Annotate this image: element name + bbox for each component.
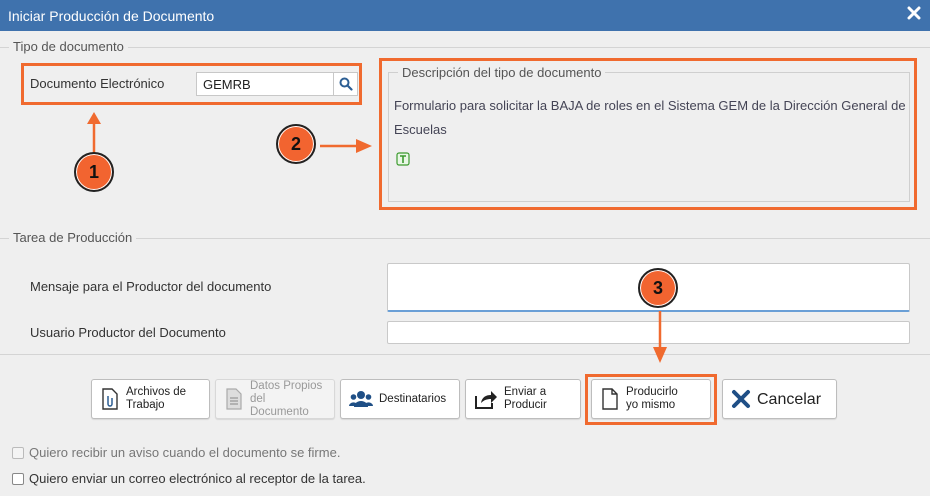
section-divider xyxy=(0,47,930,48)
cancelar-label: Cancelar xyxy=(757,390,822,408)
users-icon xyxy=(349,388,373,410)
window-title: Iniciar Producción de Documento xyxy=(8,7,215,24)
document-list-icon xyxy=(224,388,244,410)
section-tipo-documento-legend: Tipo de documento xyxy=(9,39,128,54)
callout-arrow-3 xyxy=(653,311,667,363)
enviar-label-line2: Producir xyxy=(504,399,547,411)
section-tarea-legend: Tarea de Producción xyxy=(9,230,137,245)
aviso-firma-option: Quiero recibir un aviso cuando el docume… xyxy=(12,445,340,460)
highlight-box-3 xyxy=(585,374,717,425)
enviar-a-producir-button[interactable]: Enviar a Producir xyxy=(465,379,581,419)
correo-label: Quiero enviar un correo electrónico al r… xyxy=(29,471,366,486)
archivos-label-line1: Archivos de xyxy=(126,386,187,398)
cancelar-button[interactable]: Cancelar xyxy=(722,379,837,419)
section-divider xyxy=(0,354,930,355)
usuario-productor-input[interactable] xyxy=(387,321,910,344)
highlight-box-2 xyxy=(379,58,917,210)
callout-arrow-2 xyxy=(320,139,372,153)
aviso-firma-label: Quiero recibir un aviso cuando el docume… xyxy=(29,445,341,460)
share-arrow-icon xyxy=(474,388,498,410)
usuario-productor-label: Usuario Productor del Documento xyxy=(30,325,226,340)
archivos-de-trabajo-button[interactable]: Archivos de Trabajo xyxy=(91,379,210,419)
destinatarios-button[interactable]: Destinatarios xyxy=(340,379,460,419)
section-divider xyxy=(0,238,930,239)
highlight-box-1 xyxy=(21,63,362,105)
correo-checkbox[interactable] xyxy=(12,472,24,485)
archivos-button-label: Archivos de Trabajo xyxy=(126,386,186,412)
window-titlebar: Iniciar Producción de Documento xyxy=(0,0,930,31)
close-icon[interactable] xyxy=(907,6,921,20)
destinatarios-label: Destinatarios xyxy=(379,392,447,405)
callout-badge-2: 2 xyxy=(276,124,316,164)
document-paperclip-icon xyxy=(100,388,120,410)
callout-badge-1: 1 xyxy=(74,152,114,192)
archivos-label-line2: Trabajo xyxy=(126,399,165,411)
datos-label-line1: Datos Propios del xyxy=(250,379,323,405)
datos-propios-button: Datos Propios del Documento xyxy=(215,379,335,419)
datos-button-label: Datos Propios del Documento xyxy=(250,380,326,419)
enviar-button-label: Enviar a Producir xyxy=(504,386,547,412)
correo-option[interactable]: Quiero enviar un correo electrónico al r… xyxy=(12,471,366,486)
close-icon xyxy=(731,388,751,410)
mensaje-label: Mensaje para el Productor del documento xyxy=(30,279,272,294)
datos-label-line2: Documento xyxy=(250,405,309,418)
aviso-firma-checkbox xyxy=(12,446,24,459)
callout-arrow-1 xyxy=(87,112,101,153)
callout-badge-3: 3 xyxy=(638,268,678,308)
enviar-label-line1: Enviar a xyxy=(504,386,547,398)
